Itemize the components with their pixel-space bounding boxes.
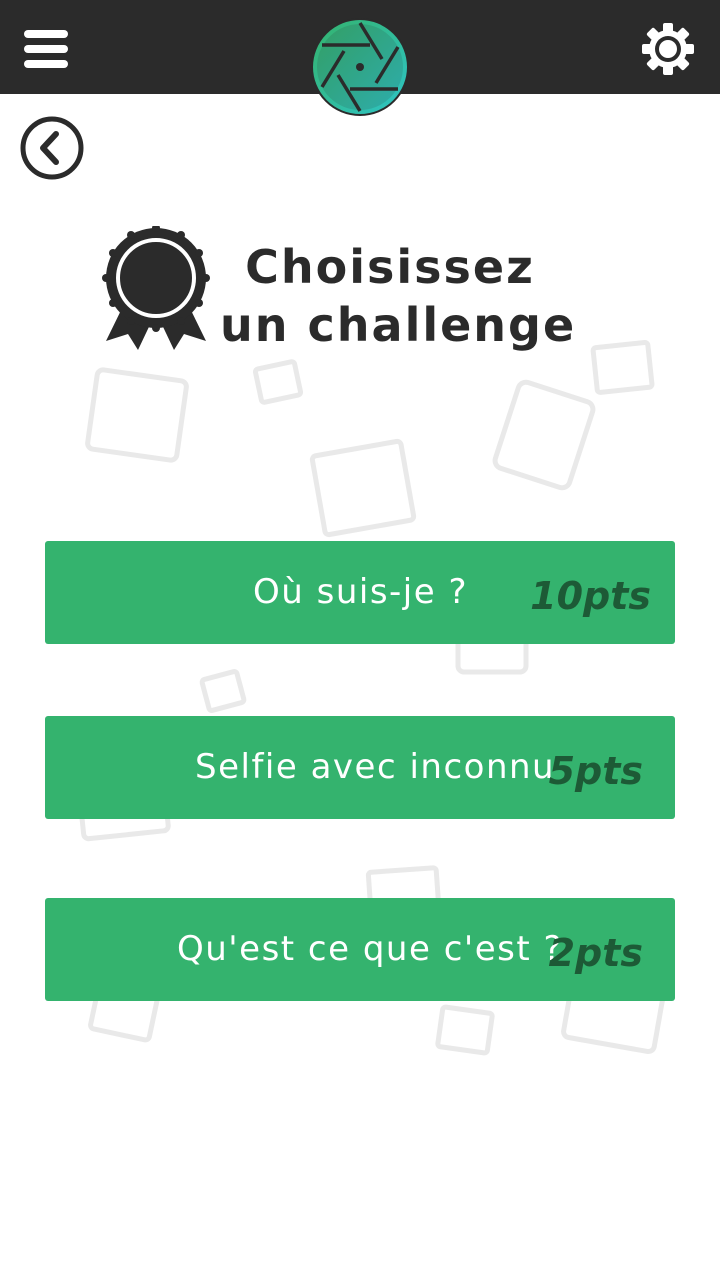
challenge-label: Qu'est ce que c'est ?: [177, 929, 564, 969]
menu-line: [24, 45, 68, 53]
title-line-2: un challenge: [220, 298, 577, 352]
challenge-button-ou-suis-je[interactable]: Où suis-je ? 10pts: [45, 541, 675, 644]
chevron-left-circle-icon[interactable]: [20, 116, 84, 180]
challenge-label: Selfie avec inconnu: [195, 747, 556, 787]
challenge-label: Où suis-je ?: [253, 572, 469, 612]
camera-shutter-logo[interactable]: [310, 17, 410, 117]
challenge-button-selfie-avec-inconnu[interactable]: Selfie avec inconnu 5pts: [45, 716, 675, 819]
challenge-points: 5pts: [548, 749, 643, 793]
gear-icon[interactable]: [640, 21, 696, 77]
menu-line: [24, 30, 68, 38]
challenge-points: 2pts: [548, 931, 643, 975]
challenge-button-quest-ce-que-cest[interactable]: Qu'est ce que c'est ? 2pts: [45, 898, 675, 1001]
page-title: Choisissez un challenge: [220, 238, 577, 354]
hamburger-menu-icon[interactable]: [24, 30, 70, 72]
award-ribbon-icon: [102, 226, 210, 350]
title-line-1: Choisissez: [245, 240, 535, 294]
challenge-points: 10pts: [530, 574, 651, 618]
menu-line: [24, 60, 68, 68]
